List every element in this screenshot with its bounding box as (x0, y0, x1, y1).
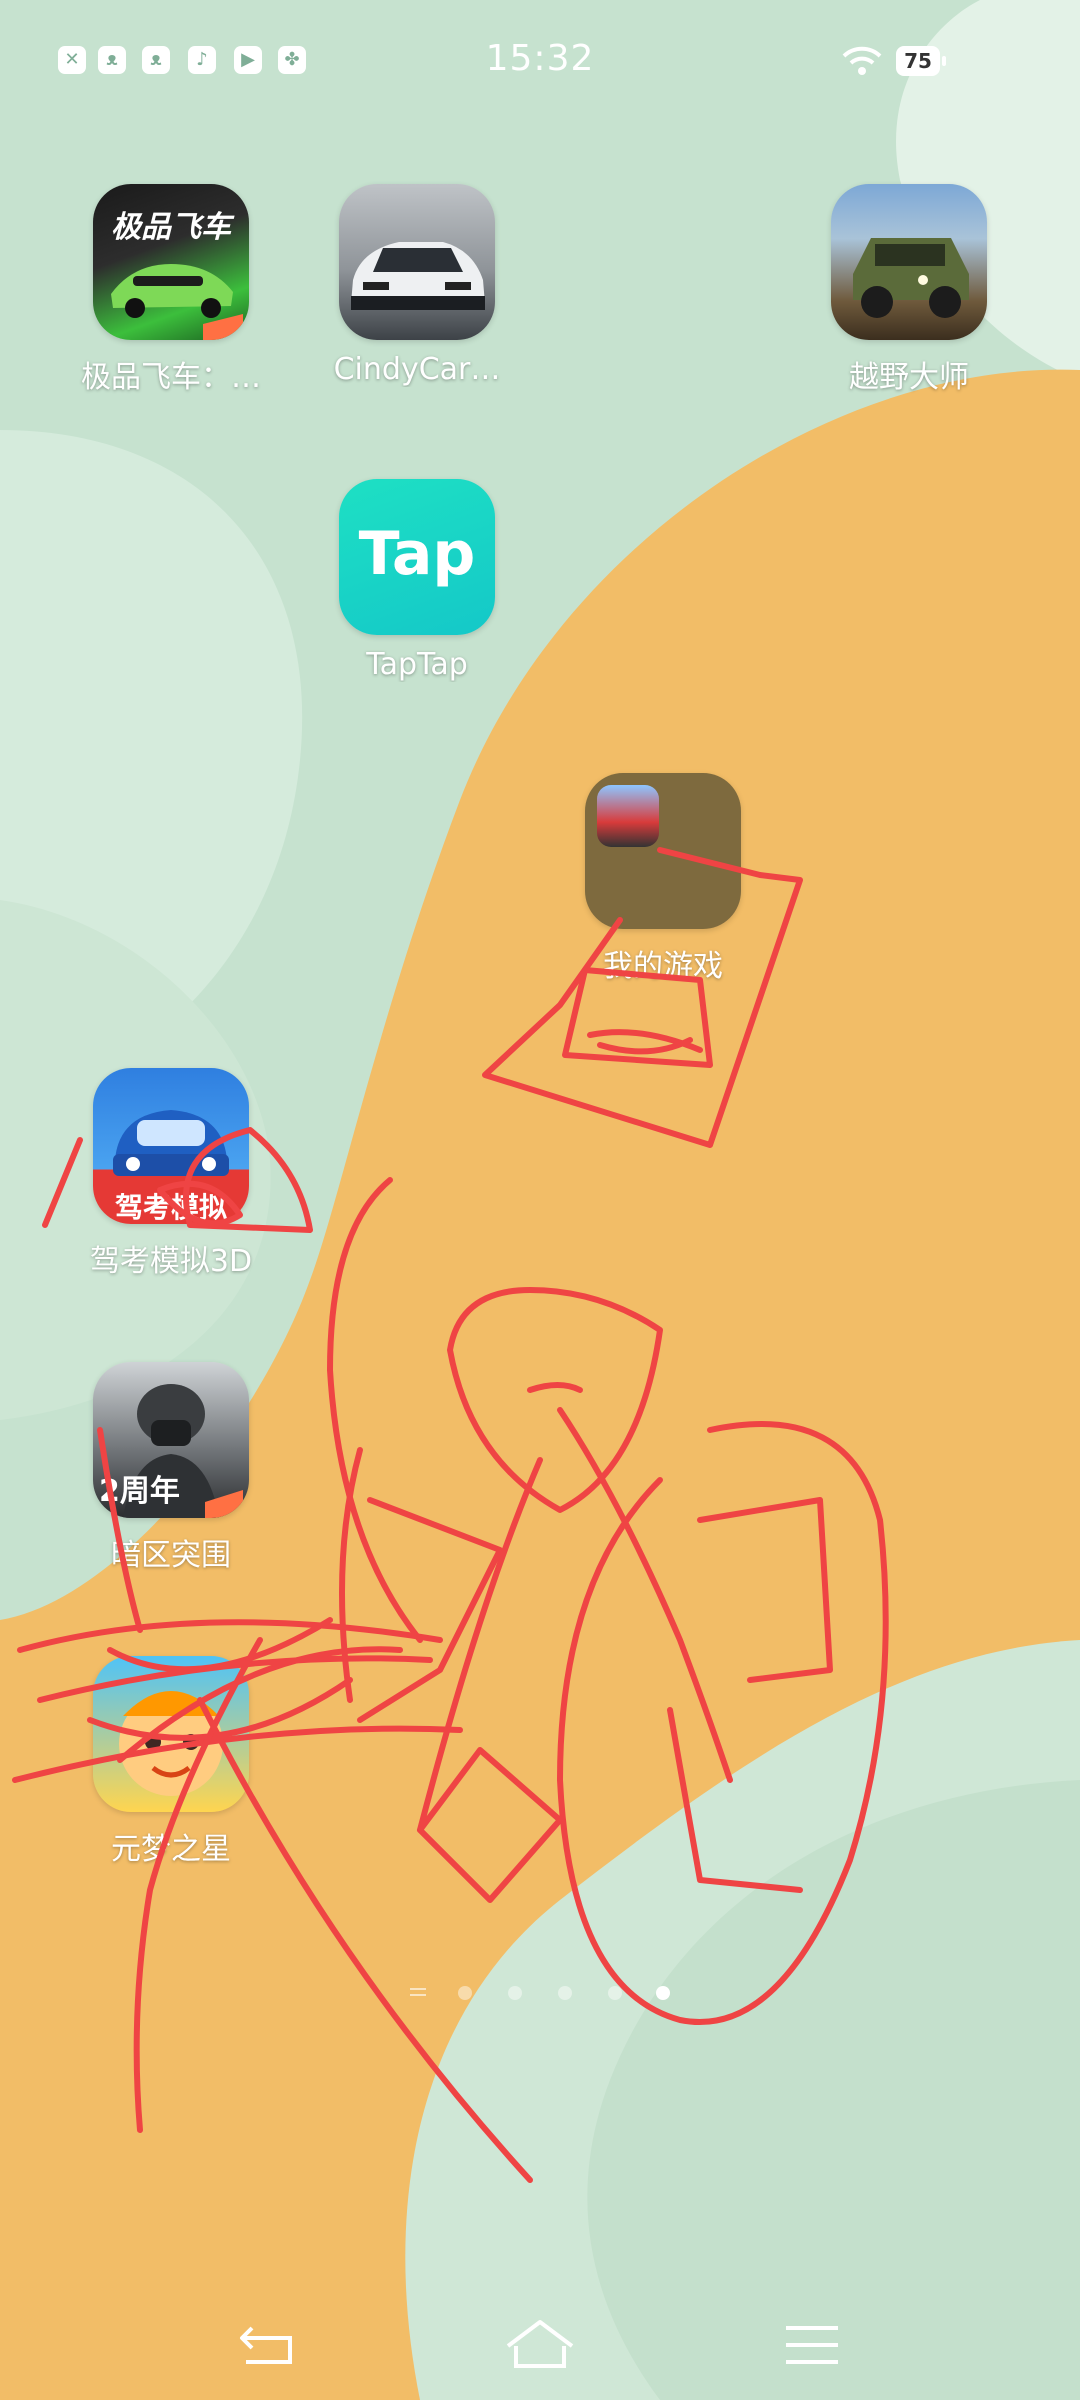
jeep-graphic (853, 238, 969, 318)
app-arena-breakout[interactable]: 2周年 暗区突围 (71, 1362, 271, 1574)
app-label: 极品飞车：… (81, 360, 261, 395)
eggy-party-icon (93, 1656, 249, 1812)
page-dot[interactable] (608, 1986, 622, 2000)
page-dot-active[interactable] (656, 1986, 670, 2000)
folder-label: 我的游戏 (603, 949, 723, 984)
recent-apps-icon[interactable] (772, 2310, 852, 2380)
white-car-graphic (351, 242, 485, 310)
page-list-icon (410, 1988, 426, 1996)
taptap-logo-text: Tap (358, 519, 476, 589)
page-dot[interactable] (508, 1986, 522, 2000)
folder-my-games[interactable]: 我的游戏 (563, 773, 763, 985)
app-driving-test-3d[interactable]: 驾考模拟 驾考模拟3D (71, 1068, 271, 1280)
app-need-for-speed[interactable]: 极品飞车 极品飞车：… (71, 184, 271, 396)
driving-test-icon: 驾考模拟 (93, 1068, 249, 1224)
navigation-bar (0, 2290, 1080, 2400)
cindycar-icon (339, 184, 495, 340)
arena-breakout-icon: 2周年 (93, 1362, 249, 1518)
app-taptap[interactable]: Tap TapTap (317, 479, 517, 682)
app-icon-title: 极品飞车 (111, 210, 231, 245)
page-indicator[interactable] (400, 1976, 680, 2006)
status-bar: ✕ ᴥ ᴥ ♪ ▶ ✤ 15:32 75 (0, 0, 1080, 120)
home-icon[interactable] (500, 2310, 580, 2380)
app-label: CindyCar… (333, 352, 501, 387)
cartoon-character-graphic (119, 1691, 223, 1796)
app-label: 驾考模拟3D (89, 1244, 253, 1279)
back-icon[interactable] (228, 2310, 308, 2380)
page-dot[interactable] (558, 1986, 572, 2000)
wifi-icon (842, 46, 882, 75)
app-cindycar[interactable]: CindyCar… (317, 184, 517, 387)
battery-indicator: 75 (896, 46, 946, 76)
taptap-icon: Tap (339, 479, 495, 635)
my-games-folder-icon (585, 773, 741, 929)
app-label: 暗区突围 (111, 1538, 231, 1573)
app-offroad-master[interactable]: 越野大师 (809, 184, 1009, 396)
app-label: 越野大师 (849, 360, 969, 395)
app-eggy-party[interactable]: 元梦之星 (71, 1656, 271, 1868)
page-dot[interactable] (458, 1986, 472, 2000)
app-label: 元梦之星 (111, 1832, 231, 1867)
bus-game-thumbnail-icon (597, 785, 659, 847)
app-icon-caption: 驾考模拟 (114, 1191, 227, 1224)
app-label: TapTap (366, 647, 468, 682)
offroad-master-icon (831, 184, 987, 340)
anniversary-badge: 2周年 (99, 1474, 180, 1509)
need-for-speed-icon: 极品飞车 (93, 184, 249, 340)
